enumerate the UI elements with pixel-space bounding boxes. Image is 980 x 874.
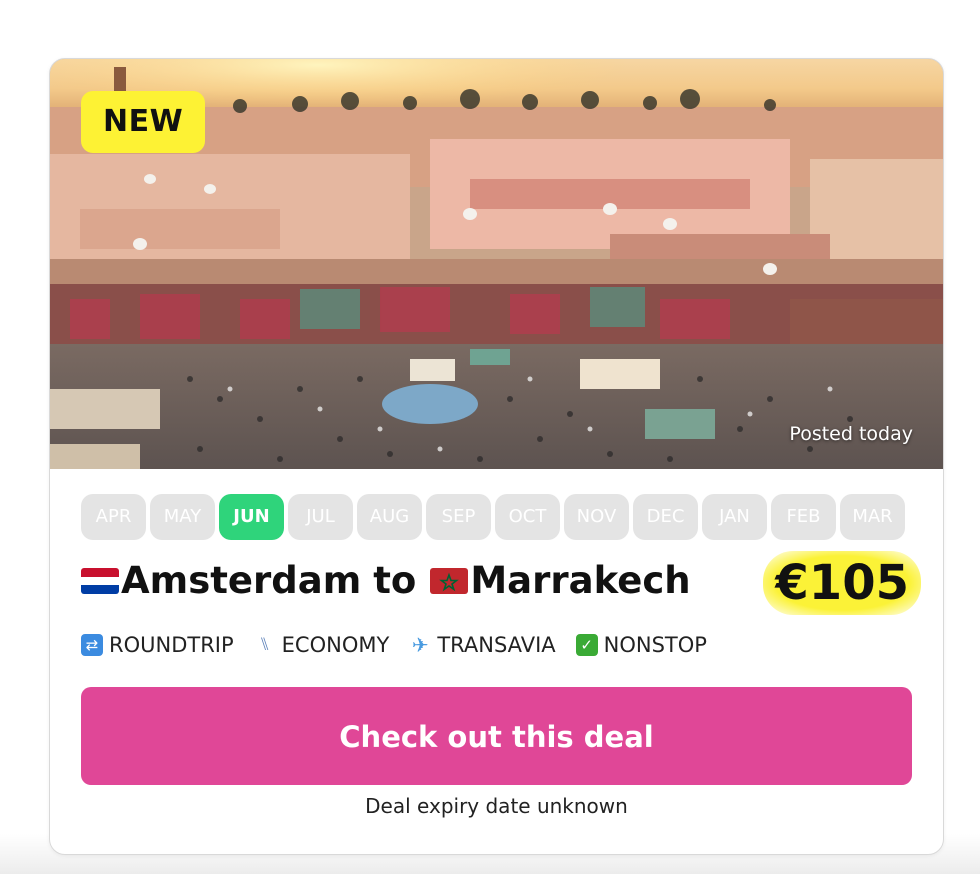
- month-nov[interactable]: NOV: [564, 494, 629, 540]
- deal-card: NEW Posted today APR MAY JUN JUL AUG SEP…: [49, 58, 944, 855]
- month-jul[interactable]: JUL: [288, 494, 353, 540]
- roundtrip-icon: ⇄: [81, 634, 103, 656]
- new-badge: NEW: [81, 91, 206, 153]
- deal-features: ⇄ ROUNDTRIP ⑊ ECONOMY ✈ TRANSAVIA ✓ NONS…: [81, 633, 707, 657]
- month-jan[interactable]: JAN: [702, 494, 767, 540]
- deal-price: €105: [763, 551, 921, 615]
- deal-expiry-note: Deal expiry date unknown: [365, 794, 628, 818]
- travel-month-selector: APR MAY JUN JUL AUG SEP OCT NOV DEC JAN …: [81, 494, 905, 540]
- feature-nonstop: ✓ NONSTOP: [575, 633, 707, 657]
- feature-label: NONSTOP: [603, 633, 707, 657]
- month-dec[interactable]: DEC: [633, 494, 698, 540]
- feature-economy: ⑊ ECONOMY: [254, 633, 390, 657]
- feature-label: ECONOMY: [281, 633, 390, 657]
- route-connector: to: [373, 559, 417, 602]
- route-title: Amsterdam to Marrakech: [81, 559, 691, 602]
- month-oct[interactable]: OCT: [495, 494, 560, 540]
- month-apr[interactable]: APR: [81, 494, 146, 540]
- posted-date: Posted today: [789, 423, 913, 445]
- month-jun[interactable]: JUN: [219, 494, 284, 540]
- feature-label: TRANSAVIA: [437, 633, 556, 657]
- destination-city: Marrakech: [470, 559, 691, 602]
- morocco-flag-icon: [430, 567, 469, 594]
- month-sep[interactable]: SEP: [426, 494, 491, 540]
- month-aug[interactable]: AUG: [357, 494, 422, 540]
- feature-label: ROUNDTRIP: [109, 633, 234, 657]
- destination-photo: NEW Posted today: [50, 59, 943, 469]
- month-feb[interactable]: FEB: [771, 494, 836, 540]
- feature-airline: ✈ TRANSAVIA: [409, 633, 556, 657]
- check-out-deal-button[interactable]: Check out this deal: [81, 687, 912, 785]
- airplane-icon: ✈: [411, 633, 429, 657]
- netherlands-flag-icon: [81, 567, 119, 594]
- feature-roundtrip: ⇄ ROUNDTRIP: [81, 633, 234, 657]
- month-mar[interactable]: MAR: [840, 494, 905, 540]
- seat-icon: ⑊: [259, 634, 271, 655]
- month-may[interactable]: MAY: [150, 494, 215, 540]
- origin-city: Amsterdam: [121, 559, 362, 602]
- checkmark-icon: ✓: [575, 634, 598, 656]
